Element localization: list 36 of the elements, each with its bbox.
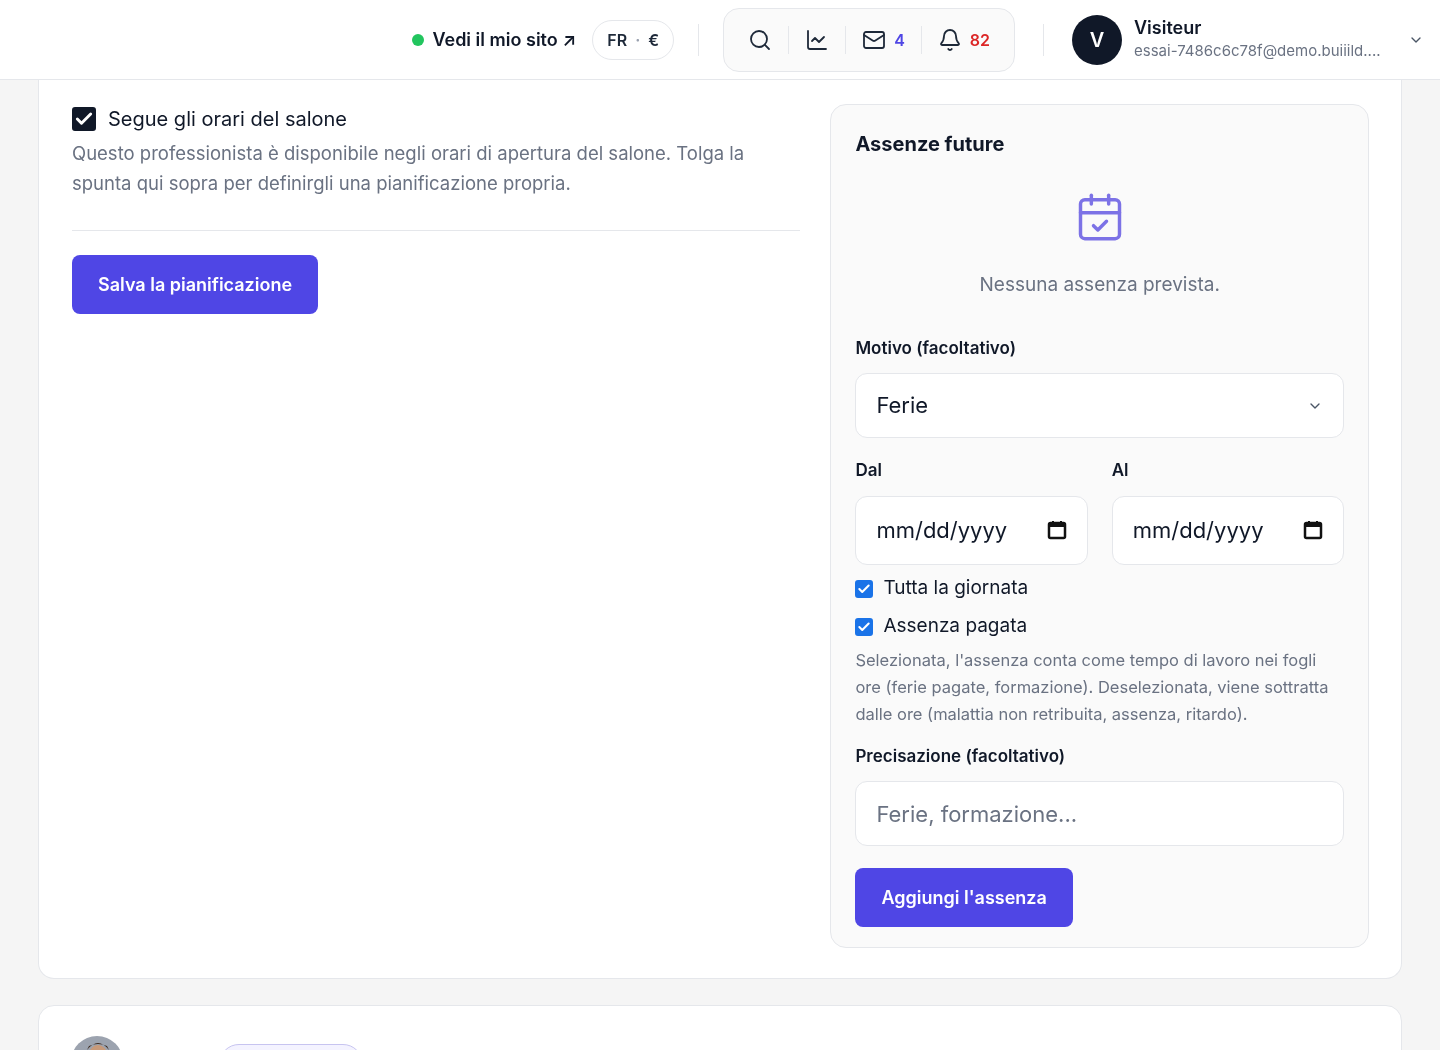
reason-select[interactable]: Ferie — [855, 373, 1344, 438]
user-avatar: V — [1072, 14, 1122, 65]
panel-title: Assenze future — [855, 131, 1006, 158]
empty-text: Nessuna assenza prevista. — [979, 272, 1220, 298]
checkbox[interactable] — [72, 107, 96, 131]
checkbox-label: Segue gli orari del salone — [108, 106, 347, 133]
line-chart-icon — [805, 27, 830, 52]
help-text: Questo professionista è disponibile negli orari di apertura del salone. Tolga la spunta qui sopra per definirgli una pianificazione propria. — [72, 138, 801, 231]
save-button[interactable]: Salva la pianificazione — [72, 255, 319, 314]
user-name: Visiteur — [1134, 16, 1203, 41]
search-icon — [748, 27, 773, 52]
count-label: 4 — [894, 28, 905, 52]
field-label: Dal — [855, 459, 883, 482]
site-link[interactable]: Vedi il mio sito ↗ — [412, 26, 577, 53]
toolbar-button[interactable]: 82 — [921, 15, 1006, 64]
calendar-icon — [1046, 520, 1067, 540]
calendar-icon — [1303, 520, 1323, 540]
count-label: 82 — [969, 28, 990, 52]
help-text: Selezionata, l'assenza conta come tempo di lavoro nei fogli ore (ferie pagate, formazione). Deselezionata, viene sottratta dalle ore (malattia non retribuita, assenza, ritardo). — [855, 648, 1330, 726]
date-field[interactable]: mm/dd/yyyy — [855, 495, 1088, 565]
checkbox-label: Assenza pagata — [883, 613, 1028, 640]
user-email: essai-7486c6c78f@demo.buiiild.... — [1134, 40, 1382, 63]
bell-icon — [937, 27, 962, 52]
field-label: Precisazione (facoltativo) — [855, 744, 1067, 768]
field-label: Motivo (facoltativo) — [855, 336, 1017, 360]
date-field[interactable]: mm/dd/yyyy — [1111, 495, 1344, 565]
checkbox[interactable] — [855, 617, 874, 636]
add-absence-button[interactable]: Aggiungi l'assenza — [855, 868, 1073, 927]
check-icon — [857, 581, 872, 596]
user-menu[interactable]: V Visiteur essai-7486c6c78f@demo.buiiild.... — [1072, 14, 1424, 65]
field-label: Al — [1111, 459, 1130, 482]
toolbar-button[interactable]: 4 — [846, 15, 921, 64]
checkbox[interactable] — [855, 579, 874, 598]
note-field[interactable]: Ferie, formazione... — [855, 781, 1344, 846]
check-icon — [857, 619, 872, 634]
checkbox-label: Tutta la giornata — [883, 575, 1029, 602]
